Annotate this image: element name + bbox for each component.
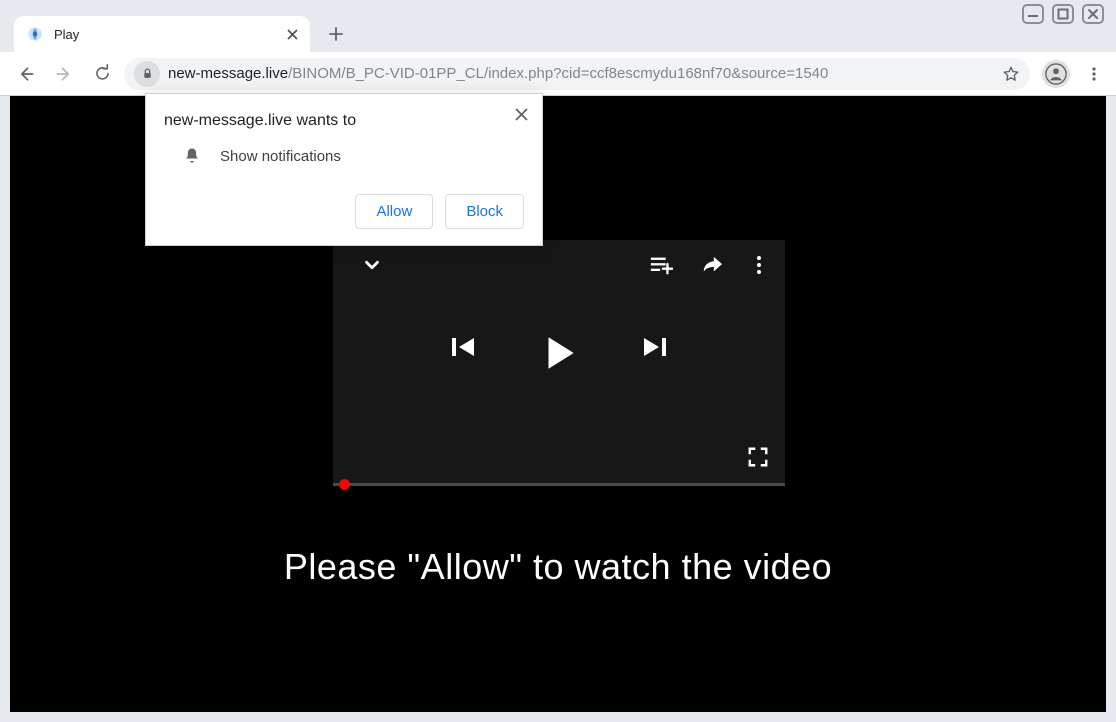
video-player[interactable] bbox=[333, 240, 785, 486]
add-to-queue-icon[interactable] bbox=[649, 254, 673, 276]
play-icon[interactable] bbox=[538, 332, 580, 374]
progress-thumb[interactable] bbox=[339, 479, 350, 490]
player-menu-icon[interactable] bbox=[751, 255, 767, 275]
nav-reload-button[interactable] bbox=[86, 58, 118, 90]
tab-close-button[interactable] bbox=[287, 29, 298, 40]
browser-menu-button[interactable] bbox=[1082, 66, 1106, 82]
previous-track-icon[interactable] bbox=[448, 332, 478, 374]
notification-permission-popup: new-message.live wants to Show notificat… bbox=[145, 93, 543, 246]
new-tab-button[interactable] bbox=[322, 20, 350, 48]
permission-block-button[interactable]: Block bbox=[445, 194, 524, 229]
tab-play[interactable]: Play bbox=[14, 16, 310, 52]
nav-back-button[interactable] bbox=[10, 58, 42, 90]
window-minimize-button[interactable] bbox=[1022, 4, 1044, 24]
window-controls bbox=[1022, 4, 1104, 24]
address-bar[interactable]: new-message.live/BINOM/B_PC-VID-01PP_CL/… bbox=[124, 58, 1030, 90]
permission-item-label: Show notifications bbox=[220, 148, 341, 165]
chevron-down-icon[interactable] bbox=[361, 254, 383, 276]
window-close-button[interactable] bbox=[1082, 4, 1104, 24]
progress-bar[interactable] bbox=[333, 483, 785, 486]
window-maximize-button[interactable] bbox=[1052, 4, 1074, 24]
tab-favicon-icon bbox=[26, 25, 44, 43]
permission-allow-button[interactable]: Allow bbox=[355, 194, 433, 229]
bell-icon bbox=[182, 146, 202, 166]
browser-toolbar: new-message.live/BINOM/B_PC-VID-01PP_CL/… bbox=[0, 52, 1116, 96]
site-info-lock-icon[interactable] bbox=[134, 61, 160, 87]
tab-title: Play bbox=[54, 27, 277, 42]
tab-strip: Play bbox=[0, 14, 1116, 52]
bookmark-star-icon[interactable] bbox=[1002, 65, 1020, 83]
allow-cta-text: Please "Allow" to watch the video bbox=[10, 546, 1106, 588]
permission-title: new-message.live wants to bbox=[164, 112, 524, 130]
url-host: new-message.live/BINOM/B_PC-VID-01PP_CL/… bbox=[168, 65, 828, 82]
permission-close-button[interactable] bbox=[515, 108, 528, 121]
profile-avatar-button[interactable] bbox=[1042, 60, 1070, 88]
next-track-icon[interactable] bbox=[640, 332, 670, 374]
share-icon[interactable] bbox=[701, 255, 723, 275]
nav-forward-button[interactable] bbox=[48, 58, 80, 90]
fullscreen-icon[interactable] bbox=[747, 446, 769, 468]
